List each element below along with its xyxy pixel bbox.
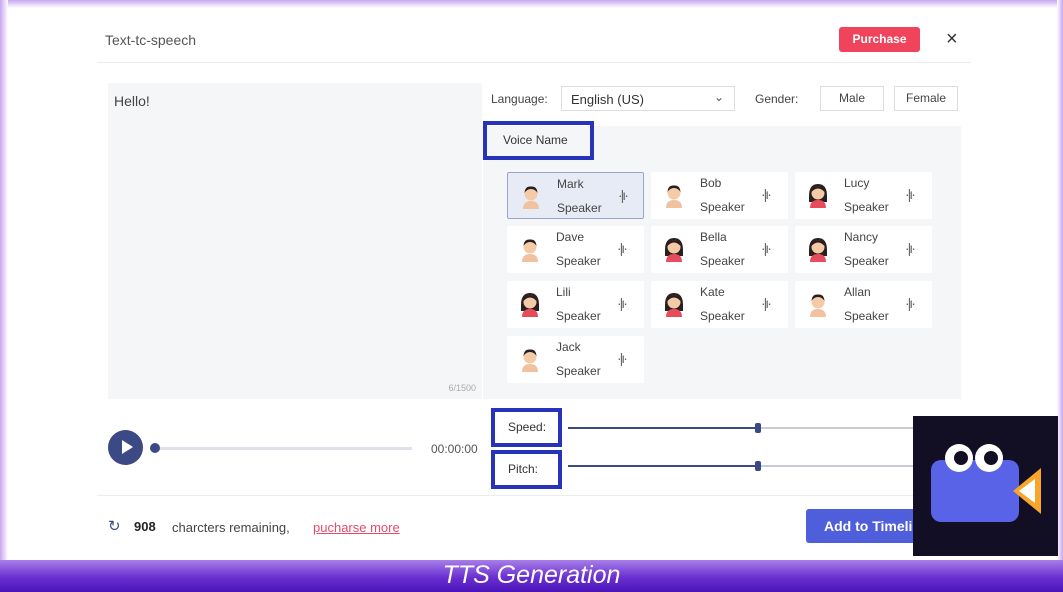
refresh-icon[interactable]: ↻ [108, 517, 121, 535]
voice-card-kate[interactable]: Kate Speaker ·|ı· [651, 281, 788, 328]
voice-name: Nancy [844, 230, 879, 244]
sound-wave-icon[interactable]: ·|ı· [617, 240, 628, 256]
voice-name: Kate [700, 285, 725, 299]
avatar-icon [666, 185, 682, 208]
sound-wave-icon[interactable]: ·|ı· [905, 186, 916, 202]
left-frame-border [0, 0, 8, 592]
voice-name: Lucy [844, 176, 870, 190]
playback-track[interactable] [150, 447, 412, 450]
voice-card-lucy[interactable]: Lucy Speaker ·|ı· [795, 172, 932, 219]
voice-card-allan[interactable]: Allan Speaker ·|ı· [795, 281, 932, 328]
sound-wave-icon[interactable]: ·|ı· [905, 295, 916, 311]
top-frame-border [0, 0, 1063, 8]
chevron-down-icon: ⌄ [713, 90, 724, 104]
voice-name-header: Voice Name [483, 121, 594, 160]
pitch-label: Pitch: [491, 450, 562, 489]
voice-role: Speaker [556, 254, 601, 268]
text-input-value: Hello! [114, 93, 150, 109]
playback-time: 00:00:00 [431, 442, 478, 456]
remaining-count: 908 [134, 519, 156, 534]
voice-role: Speaker [700, 200, 745, 214]
avatar-icon [523, 186, 539, 209]
voice-card-mark[interactable]: Mark Speaker ·|ı· [507, 172, 644, 219]
footer-divider [97, 495, 971, 496]
dialog-title: Text-tc-speech [105, 32, 197, 48]
speed-slider-fill[interactable] [568, 427, 758, 429]
avatar-icon [665, 293, 683, 317]
voice-name: Bob [700, 176, 722, 190]
close-icon[interactable]: × [946, 28, 958, 51]
voice-role: Speaker [557, 201, 602, 215]
speed-slider-handle[interactable] [755, 423, 761, 433]
voice-role: Speaker [844, 254, 889, 268]
voice-card-nancy[interactable]: Nancy Speaker ·|ı· [795, 226, 932, 273]
voice-name: Bella [700, 230, 727, 244]
playback-handle[interactable] [150, 443, 160, 453]
voice-card-dave[interactable]: Dave Speaker ·|ı· [507, 226, 644, 273]
sound-wave-icon[interactable]: ·|ı· [617, 350, 628, 366]
remaining-text: charcters remaining, [172, 520, 290, 535]
voice-name: Jack [556, 340, 581, 354]
voice-card-bella[interactable]: Bella Speaker ·|ı· [651, 226, 788, 273]
avatar-icon [522, 239, 538, 262]
caption-text: TTS Generation [442, 561, 621, 589]
gender-female-button[interactable]: Female [894, 86, 958, 111]
voice-name: Mark [557, 177, 584, 191]
voice-role: Speaker [700, 309, 745, 323]
play-button[interactable] [108, 430, 143, 465]
voice-name: Lili [556, 285, 571, 299]
voice-role: Speaker [700, 254, 745, 268]
gender-male-button[interactable]: Male [820, 86, 884, 111]
sound-wave-icon[interactable]: ·|ı· [905, 240, 916, 256]
avatar-icon [521, 293, 539, 317]
camera-logo-icon [931, 444, 1041, 522]
voice-name: Allan [844, 285, 871, 299]
voice-role: Speaker [556, 364, 601, 378]
app-logo [913, 416, 1058, 556]
language-value: English (US) [571, 92, 644, 107]
sound-wave-icon[interactable]: ·|ı· [761, 240, 772, 256]
pitch-slider-handle[interactable] [755, 461, 761, 471]
avatar-icon [809, 184, 827, 208]
sound-wave-icon[interactable]: ·|ı· [617, 295, 628, 311]
voice-name: Dave [556, 230, 585, 244]
avatar-icon [665, 238, 683, 262]
pitch-slider-fill[interactable] [568, 465, 758, 467]
gender-label: Gender: [755, 92, 799, 106]
header-divider [97, 62, 971, 63]
purchase-more-link[interactable]: pucharse more [313, 520, 400, 535]
voice-card-jack[interactable]: Jack Speaker ·|ı· [507, 336, 644, 383]
language-select[interactable]: English (US) ⌄ [561, 86, 735, 111]
language-label: Language: [491, 92, 548, 106]
voice-role: Speaker [844, 309, 889, 323]
avatar-icon [522, 349, 538, 372]
voice-role: Speaker [556, 309, 601, 323]
purchase-button[interactable]: Purchase [839, 27, 920, 52]
voice-role: Speaker [844, 200, 889, 214]
avatar-icon [809, 238, 827, 262]
speed-label: Speed: [491, 408, 562, 447]
voice-card-lili[interactable]: Lili Speaker ·|ı· [507, 281, 644, 328]
text-input-area[interactable]: Hello! 6/1500 [108, 83, 482, 399]
avatar-icon [810, 294, 826, 317]
voice-card-bob[interactable]: Bob Speaker ·|ı· [651, 172, 788, 219]
sound-wave-icon[interactable]: ·|ı· [761, 186, 772, 202]
char-counter: 6/1500 [448, 383, 476, 393]
sound-wave-icon[interactable]: ·|ı· [761, 295, 772, 311]
sound-wave-icon[interactable]: ·|ı· [618, 187, 629, 203]
